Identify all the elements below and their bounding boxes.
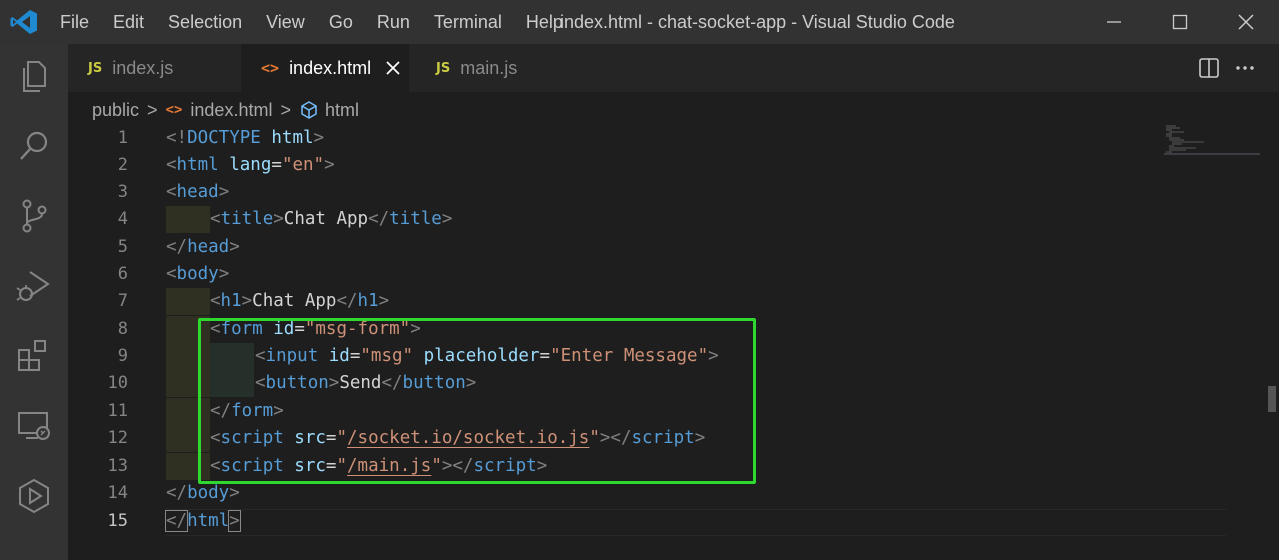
search-icon[interactable] bbox=[14, 126, 54, 166]
menu-run[interactable]: Run bbox=[365, 0, 422, 44]
line-number: 10 bbox=[107, 373, 128, 393]
more-actions-icon bbox=[1236, 66, 1254, 70]
vertical-scrollbar[interactable] bbox=[1268, 386, 1276, 412]
explorer-icon[interactable] bbox=[14, 56, 54, 96]
source-control-icon[interactable] bbox=[14, 196, 54, 236]
tab-index-js[interactable]: JS index.js bbox=[88, 44, 173, 92]
menu-bar: File Edit Selection View Go Run Terminal… bbox=[48, 0, 575, 44]
code-line: 1 <!DOCTYPE html> bbox=[68, 125, 1168, 152]
code-text: <title>Chat App</title> bbox=[210, 209, 453, 229]
breadcrumb-element[interactable]: html bbox=[325, 100, 359, 121]
matching-bracket: > bbox=[228, 510, 241, 532]
title-bar: File Edit Selection View Go Run Terminal… bbox=[0, 0, 1279, 44]
symbol-element-icon bbox=[301, 101, 317, 119]
split-editor-icon bbox=[1199, 58, 1219, 78]
menu-terminal[interactable]: Terminal bbox=[422, 0, 514, 44]
more-actions-button[interactable] bbox=[1234, 44, 1256, 92]
tab-main-js[interactable]: JS main.js bbox=[436, 44, 517, 92]
maximize-icon bbox=[1172, 14, 1188, 30]
line-number: 13 bbox=[107, 456, 128, 476]
code-text: <html lang="en"> bbox=[166, 155, 335, 175]
line-number: 5 bbox=[117, 237, 128, 257]
code-text: <body> bbox=[166, 264, 230, 284]
code-text: </html> bbox=[164, 510, 241, 532]
menu-file[interactable]: File bbox=[48, 0, 101, 44]
line-number: 6 bbox=[117, 264, 128, 284]
line-number: 4 bbox=[117, 209, 128, 229]
line-number: 2 bbox=[117, 155, 128, 175]
close-tab-icon[interactable] bbox=[385, 60, 401, 76]
code-line: 2 <html lang="en"> bbox=[68, 152, 1168, 179]
code-line: 15 </html> bbox=[68, 508, 1168, 535]
code-text: </body> bbox=[166, 483, 240, 503]
code-text: </head> bbox=[166, 237, 240, 257]
code-line: 3 <head> bbox=[68, 179, 1168, 206]
code-line: 4 <title>Chat App</title> bbox=[68, 206, 1168, 233]
code-line: 7 <h1>Chat App</h1> bbox=[68, 288, 1168, 315]
activity-bar bbox=[0, 44, 68, 560]
html-file-icon: <> bbox=[165, 102, 183, 118]
breadcrumb: public > <> index.html > html bbox=[92, 96, 359, 124]
javascript-file-icon: JS bbox=[88, 60, 103, 76]
code-text: <!DOCTYPE html> bbox=[166, 128, 325, 148]
breadcrumb-separator: > bbox=[280, 99, 291, 120]
close-window-button[interactable] bbox=[1213, 0, 1279, 44]
tab-label: index.js bbox=[112, 57, 174, 78]
indent-guide bbox=[166, 288, 210, 315]
split-editor-button[interactable] bbox=[1198, 44, 1220, 92]
tab-label: index.html bbox=[289, 57, 372, 78]
minimap[interactable] bbox=[1160, 124, 1260, 160]
line-number: 15 bbox=[107, 511, 128, 531]
code-line: 6 <body> bbox=[68, 261, 1168, 288]
minimize-button[interactable] bbox=[1081, 0, 1147, 44]
line-number: 12 bbox=[107, 428, 128, 448]
vscode-logo-icon[interactable] bbox=[10, 9, 38, 35]
run-debug-icon[interactable] bbox=[14, 266, 54, 306]
line-number: 1 bbox=[117, 128, 128, 148]
minimize-icon bbox=[1107, 21, 1121, 23]
tab-label: main.js bbox=[460, 57, 518, 78]
line-number: 8 bbox=[117, 319, 128, 339]
line-number: 7 bbox=[117, 291, 128, 311]
code-text: <head> bbox=[166, 182, 230, 202]
breadcrumb-file[interactable]: index.html bbox=[190, 100, 272, 121]
code-line: 5 </head> bbox=[68, 234, 1168, 261]
tab-index-html[interactable]: <> index.html bbox=[241, 44, 409, 92]
matching-bracket: </ bbox=[164, 510, 189, 532]
menu-go[interactable]: Go bbox=[317, 0, 365, 44]
tab-bar: JS index.js <> index.html JS main.js bbox=[68, 44, 1279, 92]
javascript-file-icon: JS bbox=[436, 60, 451, 76]
code-text: <h1>Chat App</h1> bbox=[210, 291, 390, 311]
maximize-button[interactable] bbox=[1147, 0, 1213, 44]
close-icon bbox=[1238, 14, 1254, 30]
line-number: 14 bbox=[107, 483, 128, 503]
menu-selection[interactable]: Selection bbox=[156, 0, 254, 44]
line-number: 9 bbox=[117, 346, 128, 366]
extensions-icon[interactable] bbox=[14, 336, 54, 376]
highlight-annotation-box bbox=[198, 318, 756, 484]
html-file-icon: <> bbox=[261, 59, 280, 77]
menu-edit[interactable]: Edit bbox=[101, 0, 156, 44]
line-number: 11 bbox=[107, 401, 128, 421]
code-line: 14 </body> bbox=[68, 480, 1168, 507]
window-title: index.html - chat-socket-app - Visual St… bbox=[560, 12, 955, 32]
menu-view[interactable]: View bbox=[254, 0, 317, 44]
breadcrumb-separator: > bbox=[147, 99, 158, 120]
line-number: 3 bbox=[117, 182, 128, 202]
indent-guide bbox=[166, 206, 210, 233]
live-share-icon[interactable] bbox=[14, 476, 54, 516]
breadcrumb-folder[interactable]: public bbox=[92, 100, 139, 121]
remote-explorer-icon[interactable] bbox=[14, 406, 54, 446]
